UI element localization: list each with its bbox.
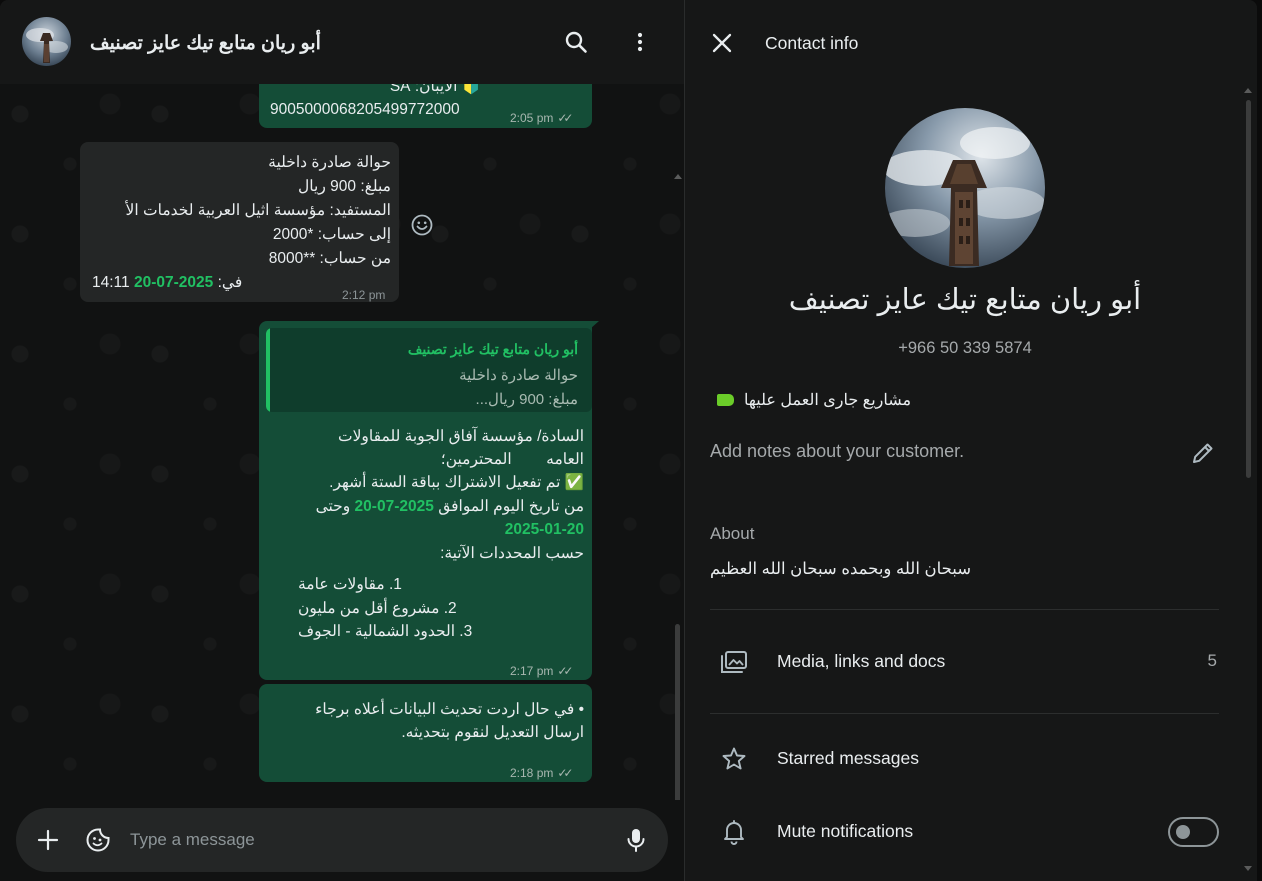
message-composer bbox=[16, 808, 668, 872]
message-meta: 2:18 pm ✓✓ bbox=[510, 762, 574, 786]
list-item: 2. مشروع أقل من مليون bbox=[298, 600, 457, 617]
message-date-line: في: 2025-07-20 14:11 bbox=[92, 271, 242, 295]
message-time: 2:18 pm bbox=[510, 766, 554, 780]
label-tag-icon bbox=[717, 394, 734, 406]
mute-toggle[interactable] bbox=[1168, 817, 1219, 847]
message-text: 🔰 الايبان: SA bbox=[389, 84, 481, 95]
message-bubble-outgoing[interactable]: • في حال اردت تحديث البيانات أعلاه برجاء… bbox=[259, 684, 592, 782]
row-label: Starred messages bbox=[777, 748, 920, 768]
contact-info-header: Contact info bbox=[685, 0, 1257, 86]
chat-title[interactable]: أبو ريان متابع تيك عايز تصنيف bbox=[90, 32, 321, 55]
contact-name: أبو ريان متابع تيك عايز تصنيف bbox=[788, 284, 1142, 316]
message-bubble-outgoing[interactable]: 🔰 الايبان: SA 9005000068205499772000 2:0… bbox=[259, 84, 592, 128]
date-highlight[interactable]: 2025-07-20 bbox=[355, 498, 434, 515]
quote-accent-bar bbox=[266, 328, 270, 412]
quote-author: أبو ريان متابع تيك عايز تصنيف bbox=[407, 341, 578, 357]
panel-title: Contact info bbox=[765, 33, 859, 53]
message-time: 2:05 pm bbox=[510, 111, 554, 125]
message-line-clip: المستفيد: مؤسسة اثيل العربية لخدمات الأ bbox=[80, 199, 391, 223]
quote-text: مبلغ: 900 ريال... bbox=[475, 391, 578, 408]
message-text: 9005000068205499772000 bbox=[270, 101, 460, 118]
message-text: حوالة صادرة داخلية bbox=[268, 154, 391, 171]
contact-info-panel: Contact info أبو ريان متابع تيك عايز تصن… bbox=[685, 0, 1257, 881]
scroll-up-arrow[interactable] bbox=[1244, 88, 1252, 93]
message-time: 2:12 pm bbox=[342, 288, 386, 302]
message-text: من حساب: **8000 bbox=[268, 250, 391, 267]
quote-text: حوالة صادرة داخلية bbox=[459, 367, 578, 384]
message-text: العامه المحترمين؛ bbox=[440, 451, 584, 468]
double-check-icon: ✓✓ bbox=[557, 766, 573, 780]
about-text: سبحان الله وبحمده سبحان الله العظيم bbox=[710, 560, 972, 578]
message-time: 2:17 pm bbox=[510, 664, 554, 678]
date-highlight[interactable]: 2025-01-20 bbox=[505, 518, 584, 542]
info-scrollbar[interactable] bbox=[1246, 100, 1251, 478]
vertical-dots-icon[interactable] bbox=[626, 28, 654, 56]
message-meta: 2:05 pm ✓✓ bbox=[510, 107, 574, 131]
scroll-down-arrow[interactable] bbox=[1244, 866, 1252, 871]
customer-notes[interactable]: Add notes about your customer. bbox=[710, 441, 964, 462]
message-text: المستفيد: مؤسسة اثيل العربية لخدمات الأ bbox=[125, 202, 391, 219]
row-label: Media, links and docs bbox=[777, 651, 946, 671]
double-check-icon: ✓✓ bbox=[557, 664, 573, 678]
message-text: ✅ تم تفعيل الاشتراك بباقة الستة أشهر. bbox=[329, 474, 584, 491]
date-prefix: في: bbox=[217, 274, 243, 291]
message-text: ارسال التعديل لنقوم بتحديثه. bbox=[401, 724, 584, 741]
microphone-icon[interactable] bbox=[622, 826, 650, 854]
double-check-icon: ✓✓ bbox=[557, 111, 573, 125]
message-text: مبلغ: 900 ريال bbox=[298, 178, 391, 195]
media-count: 5 bbox=[1207, 651, 1217, 670]
chat-pane: أبو ريان متابع تيك عايز تصنيف 🔰 الايبان:… bbox=[0, 0, 684, 881]
starred-messages-row[interactable]: Starred messages bbox=[685, 731, 1245, 787]
divider bbox=[710, 609, 1219, 610]
date-prefix: من تاريخ اليوم الموافق bbox=[438, 498, 584, 515]
message-date-range: من تاريخ اليوم الموافق 2025-07-20 وحتى bbox=[316, 495, 584, 519]
date-connector: وحتى bbox=[315, 498, 351, 515]
sticker-icon[interactable] bbox=[84, 826, 112, 854]
contact-avatar[interactable] bbox=[22, 17, 71, 66]
message-meta: 2:12 pm bbox=[342, 284, 385, 308]
bell-icon bbox=[719, 817, 749, 847]
message-text: حسب المحددات الآتية: bbox=[440, 545, 584, 562]
composer-area bbox=[0, 800, 684, 881]
quoted-message[interactable]: أبو ريان متابع تيك عايز تصنيف حوالة صادر… bbox=[266, 328, 592, 412]
list-item: 1. مقاولات عامة bbox=[298, 576, 402, 593]
message-input[interactable] bbox=[130, 824, 610, 856]
scroll-up-arrow[interactable] bbox=[674, 174, 682, 179]
date-highlight[interactable]: 2025-07-20 bbox=[134, 274, 213, 291]
message-meta: 2:17 pm ✓✓ bbox=[510, 660, 574, 684]
bubble-tail bbox=[590, 321, 599, 329]
whatsapp-window: أبو ريان متابع تيك عايز تصنيف 🔰 الايبان:… bbox=[0, 0, 1257, 881]
message-text: السادة/ مؤسسة آفاق الجوبة للمقاولات bbox=[338, 428, 584, 445]
chat-scrollbar[interactable] bbox=[675, 624, 680, 800]
mute-notifications-row[interactable]: Mute notifications bbox=[685, 804, 1245, 860]
contact-label[interactable]: مشاريع جارى العمل عليها bbox=[717, 387, 911, 413]
media-gallery-icon bbox=[719, 647, 749, 677]
message-bubble-outgoing[interactable]: أبو ريان متابع تيك عايز تصنيف حوالة صادر… bbox=[259, 321, 592, 680]
label-text: مشاريع جارى العمل عليها bbox=[744, 392, 912, 409]
divider bbox=[710, 713, 1219, 714]
contact-phone: +966 50 339 5874 bbox=[898, 339, 1032, 357]
about-label: About bbox=[710, 524, 755, 543]
close-icon[interactable] bbox=[709, 30, 735, 56]
toggle-knob bbox=[1176, 825, 1190, 839]
message-text: • في حال اردت تحديث البيانات أعلاه برجاء bbox=[315, 701, 584, 718]
row-label: Mute notifications bbox=[777, 821, 914, 841]
pencil-icon[interactable] bbox=[1190, 440, 1216, 466]
media-links-docs-row[interactable]: Media, links and docs 5 bbox=[685, 634, 1245, 690]
emoji-react-icon[interactable] bbox=[410, 213, 434, 237]
star-icon bbox=[719, 744, 749, 774]
chat-header[interactable]: أبو ريان متابع تيك عايز تصنيف bbox=[0, 0, 684, 84]
search-icon[interactable] bbox=[562, 28, 590, 56]
date-time: 14:11 bbox=[92, 274, 130, 291]
message-bubble-incoming[interactable]: حوالة صادرة داخلية مبلغ: 900 ريال المستف… bbox=[80, 142, 399, 302]
list-item: 3. الحدود الشمالية - الجوف bbox=[298, 623, 473, 640]
message-list[interactable]: 🔰 الايبان: SA 9005000068205499772000 2:0… bbox=[0, 84, 684, 800]
message-text: إلى حساب: *2000 bbox=[272, 226, 391, 243]
plus-icon[interactable] bbox=[34, 826, 62, 854]
contact-photo[interactable] bbox=[885, 108, 1045, 268]
